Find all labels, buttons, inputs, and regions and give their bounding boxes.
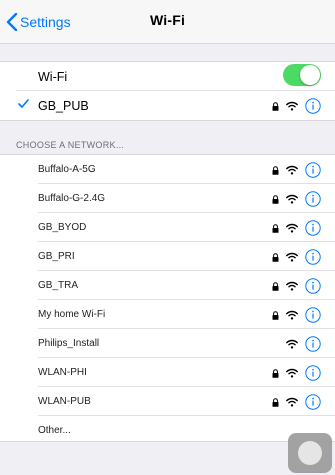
network-icons [272, 306, 321, 324]
info-icon[interactable] [305, 307, 321, 323]
network-icons [272, 248, 321, 266]
network-list: Buffalo-A-5G Buffalo-G-2.4G GB_BYOD GB_PRI G… [0, 154, 335, 442]
network-name: My home Wi-Fi [38, 309, 106, 320]
wifi-icon [286, 310, 298, 320]
network-name: Buffalo-G-2.4G [38, 193, 106, 204]
page-title: Wi-Fi [149, 12, 186, 28]
network-name: GB_TRA [38, 280, 79, 291]
home-button-icon [298, 441, 322, 465]
network-icons [272, 277, 321, 295]
network-name: WLAN-PUB [38, 396, 91, 407]
check-icon [18, 99, 29, 108]
info-icon[interactable] [305, 278, 321, 294]
network-row[interactable]: GB_PRI [0, 242, 335, 271]
info-icon[interactable] [305, 249, 321, 265]
network-icons [272, 190, 321, 208]
network-name: Philips_Install [38, 338, 100, 349]
network-row[interactable]: Philips_Install [0, 329, 335, 358]
other-network-row[interactable]: Other... [0, 416, 335, 445]
lock-icon [272, 101, 279, 111]
wifi-icon [286, 397, 298, 407]
network-row[interactable]: My home Wi-Fi [0, 300, 335, 329]
lock-icon [272, 310, 279, 320]
info-icon[interactable] [305, 162, 321, 178]
other-network-label: Other... [38, 425, 71, 436]
lock-icon [272, 368, 279, 378]
network-row[interactable]: WLAN-PUB [0, 387, 335, 416]
info-icon[interactable] [305, 220, 321, 236]
lock-icon [272, 252, 279, 262]
network-name: GB_BYOD [38, 222, 87, 233]
network-name: GB_PRI [38, 251, 75, 262]
info-icon[interactable] [305, 98, 321, 114]
network-icons [272, 161, 321, 179]
lock-icon [272, 194, 279, 204]
info-icon[interactable] [305, 191, 321, 207]
wifi-toggle-label: Wi-Fi [38, 69, 68, 84]
lock-icon [272, 281, 279, 291]
section-header: CHOOSE A NETWORK... [16, 140, 125, 150]
lock-icon [272, 397, 279, 407]
wifi-icon [286, 281, 298, 291]
wifi-icon [286, 101, 298, 111]
network-icons [272, 393, 321, 411]
connected-network-name: GB_PUB [38, 98, 89, 113]
connected-network-icons [272, 97, 321, 115]
wifi-status-group: Wi-Fi GB_PUB [0, 61, 335, 121]
wifi-icon [286, 223, 298, 233]
network-name: WLAN-PHI [38, 367, 87, 378]
network-icons [286, 335, 321, 353]
wifi-icon [286, 368, 298, 378]
toggle-knob [300, 65, 320, 85]
wifi-toggle-switch[interactable] [283, 64, 321, 86]
network-icons [272, 364, 321, 382]
info-icon[interactable] [305, 394, 321, 410]
network-row[interactable]: WLAN-PHI [0, 358, 335, 387]
info-icon[interactable] [305, 365, 321, 381]
info-icon[interactable] [305, 336, 321, 352]
network-row[interactable]: Buffalo-A-5G [0, 155, 335, 184]
network-row[interactable]: GB_TRA [0, 271, 335, 300]
network-icons [272, 219, 321, 237]
lock-icon [272, 165, 279, 175]
wifi-icon [286, 165, 298, 175]
network-row[interactable]: GB_BYOD [0, 213, 335, 242]
connected-network-row[interactable]: GB_PUB [0, 91, 335, 120]
wifi-icon [286, 339, 298, 349]
assistive-home-button[interactable] [288, 433, 332, 473]
navigation-bar: Settings Wi-Fi [0, 0, 335, 44]
network-name: Buffalo-A-5G [38, 164, 96, 175]
wifi-toggle-row: Wi-Fi [0, 62, 335, 91]
lock-icon [272, 223, 279, 233]
wifi-icon [286, 194, 298, 204]
network-row[interactable]: Buffalo-G-2.4G [0, 184, 335, 213]
wifi-icon [286, 252, 298, 262]
